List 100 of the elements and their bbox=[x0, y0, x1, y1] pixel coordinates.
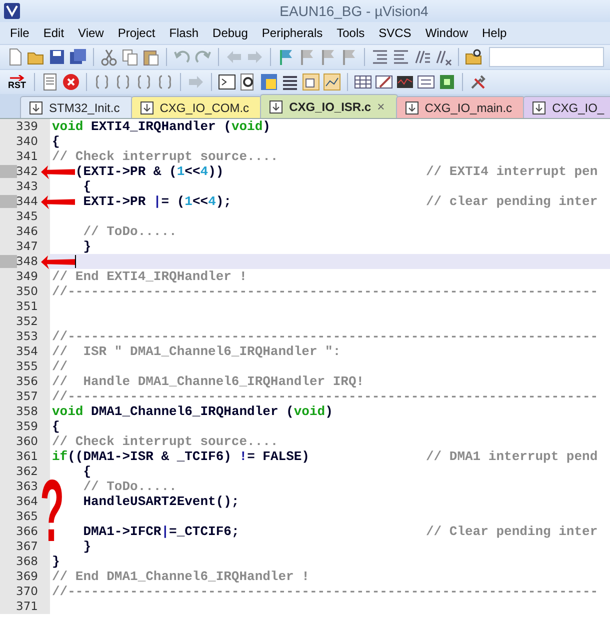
line-number: 347 bbox=[16, 239, 38, 254]
indent-icon[interactable] bbox=[370, 48, 389, 66]
uncomment-icon[interactable] bbox=[434, 48, 452, 66]
line-number: 349 bbox=[16, 269, 38, 284]
menu-item[interactable]: SVCS bbox=[372, 24, 418, 42]
line-number: 356 bbox=[16, 374, 38, 389]
code-text: // ToDo..... bbox=[82, 224, 177, 239]
code-text: // End DMA1_Channel6_IRQHandler ! bbox=[52, 569, 310, 584]
close-icon[interactable]: × bbox=[377, 96, 385, 116]
menu-item[interactable]: Window bbox=[418, 24, 475, 42]
file-tab[interactable]: CXG_IO_ bbox=[523, 96, 610, 118]
code-text: } bbox=[52, 554, 60, 569]
document-icon bbox=[29, 100, 43, 114]
code-text: if((DMA1->ISR & _TCIF6) != FALSE) bbox=[52, 449, 310, 464]
line-number: 354 bbox=[16, 344, 38, 359]
edit-window-icon[interactable] bbox=[375, 73, 393, 91]
code-comment: // DMA1 interrupt pend bbox=[426, 449, 598, 464]
code-comment: // clear pending inter bbox=[426, 194, 598, 209]
code-text: } bbox=[82, 539, 92, 554]
tools-icon[interactable] bbox=[469, 73, 487, 91]
save-icon[interactable] bbox=[48, 48, 66, 66]
find-input-field[interactable] bbox=[488, 47, 604, 67]
line-number: 359 bbox=[16, 419, 38, 434]
menu-item[interactable]: Peripherals bbox=[254, 24, 330, 42]
braces-icon[interactable] bbox=[93, 73, 111, 91]
code-text: void EXTI4_IRQHandler (void) bbox=[52, 119, 270, 134]
code-text: // Check interrupt source.... bbox=[52, 149, 278, 164]
line-number: 367 bbox=[16, 539, 38, 554]
line-number: 366 bbox=[16, 524, 38, 539]
terminal-icon[interactable] bbox=[218, 73, 236, 91]
cut-icon[interactable] bbox=[100, 48, 118, 66]
menu-item[interactable]: Project bbox=[110, 24, 162, 42]
line-number: 344 bbox=[16, 194, 38, 209]
line-number: 358 bbox=[16, 404, 38, 419]
code-text: // bbox=[52, 359, 68, 374]
window-icon[interactable] bbox=[260, 73, 278, 91]
menu-item[interactable]: View bbox=[71, 24, 111, 42]
line-number: 369 bbox=[16, 569, 38, 584]
line-number: 342 bbox=[16, 164, 38, 179]
menu-item[interactable]: Debug bbox=[206, 24, 255, 42]
text-cursor bbox=[75, 255, 76, 268]
save-all-icon[interactable] bbox=[69, 48, 87, 66]
braces-icon[interactable] bbox=[156, 73, 174, 91]
code-text: // End EXTI4_IRQHandler ! bbox=[52, 269, 248, 284]
line-number: 339 bbox=[16, 119, 38, 134]
code-text: HandleUSART2Event(); bbox=[82, 494, 240, 509]
braces-icon[interactable] bbox=[135, 73, 153, 91]
code-text: // Handle DMA1_Channel6_IRQHandler IRQ! bbox=[52, 374, 364, 389]
line-number: 348 bbox=[16, 254, 38, 269]
windows-icon[interactable] bbox=[302, 73, 320, 91]
line-number: 365 bbox=[16, 509, 38, 524]
line-number: 346 bbox=[16, 224, 38, 239]
menu-item[interactable]: Flash bbox=[162, 24, 206, 42]
line-number: 340 bbox=[16, 134, 38, 149]
document-icon[interactable] bbox=[41, 73, 59, 91]
code-text: //-------------------------------------------------------------------- bbox=[52, 329, 598, 344]
code-comment: // Clear pending inter bbox=[426, 524, 598, 539]
comment-icon[interactable] bbox=[412, 48, 431, 66]
code-text: //-------------------------------------------------------------------- bbox=[52, 284, 598, 299]
code-text: // ISR " DMA1_Channel6_IRQHandler ": bbox=[52, 344, 341, 359]
document-icon bbox=[404, 100, 419, 114]
file-tab[interactable]: CXG_IO_COM.c bbox=[130, 96, 262, 118]
waveform-icon[interactable] bbox=[396, 73, 414, 91]
line-number: 343 bbox=[16, 179, 38, 194]
memory-window-icon[interactable] bbox=[417, 73, 435, 91]
menu-item[interactable]: Tools bbox=[330, 24, 372, 42]
copy-icon[interactable] bbox=[120, 48, 139, 66]
line-number: 363 bbox=[16, 479, 38, 494]
menu-item[interactable]: Edit bbox=[36, 24, 72, 42]
list-icon[interactable] bbox=[281, 73, 299, 91]
code-text: { bbox=[52, 419, 60, 434]
braces-icon[interactable] bbox=[114, 73, 132, 91]
code-text: DMA1->IFCR|=_CTCIF6; bbox=[82, 524, 240, 539]
code-text: } bbox=[82, 239, 92, 254]
outdent-icon[interactable] bbox=[392, 48, 410, 66]
file-tab[interactable]: CXG_IO_ISR.c × bbox=[260, 94, 398, 118]
document-icon bbox=[269, 100, 284, 114]
paste-icon[interactable] bbox=[142, 48, 160, 66]
code-text: // ToDo..... bbox=[82, 479, 177, 494]
menu-item[interactable]: Help bbox=[475, 24, 514, 42]
code-text: EXTI->PR |= (1<<4); bbox=[82, 194, 232, 209]
line-number: 371 bbox=[16, 599, 38, 614]
line-number: 345 bbox=[16, 209, 38, 224]
grid-icon[interactable] bbox=[354, 73, 372, 91]
reset-button[interactable]: RST bbox=[6, 74, 28, 90]
chart-window-icon[interactable] bbox=[323, 73, 341, 91]
line-number: 351 bbox=[16, 299, 38, 314]
line-number: 355 bbox=[16, 359, 38, 374]
folder-search-icon[interactable] bbox=[464, 48, 483, 66]
line-number: 361 bbox=[16, 449, 38, 464]
menu-item[interactable]: File bbox=[3, 24, 36, 42]
arrow-icon bbox=[9, 74, 25, 80]
file-tab[interactable]: CXG_IO_main.c bbox=[396, 96, 526, 118]
chip-icon[interactable] bbox=[438, 73, 456, 91]
line-number: 360 bbox=[16, 434, 38, 449]
stop-icon[interactable] bbox=[62, 73, 80, 91]
code-text: { bbox=[52, 134, 60, 149]
document-icon bbox=[532, 100, 546, 114]
file-tab[interactable]: STM32_Init.c bbox=[20, 96, 133, 118]
line-number: 362 bbox=[16, 464, 38, 479]
